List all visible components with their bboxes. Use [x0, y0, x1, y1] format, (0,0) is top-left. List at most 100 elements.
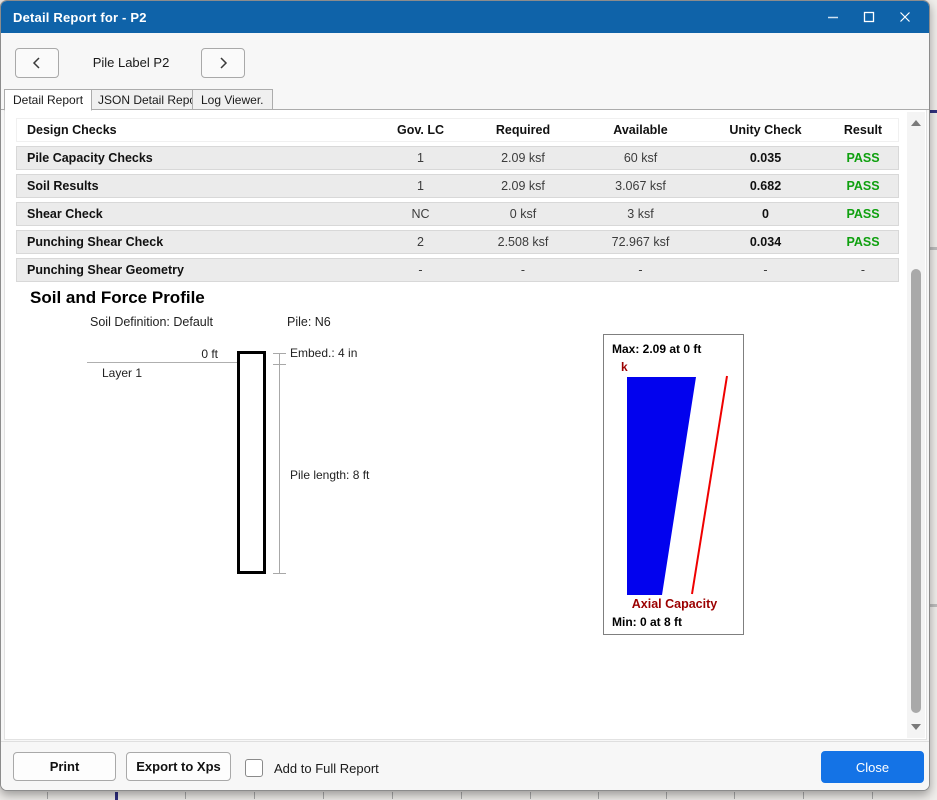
- soil-definition-label: Soil Definition: Default: [90, 315, 213, 329]
- grid-tick: [872, 792, 873, 799]
- report-content-panel: Design Checks Gov. LC Required Available…: [4, 110, 927, 740]
- table-row: Soil Results 1 2.09 ksf 3.067 ksf 0.682 …: [16, 174, 899, 198]
- close-icon: [899, 11, 911, 23]
- check-name: Soil Results: [17, 179, 373, 193]
- capacity-plot: [604, 335, 745, 636]
- check-name: Punching Shear Check: [17, 235, 373, 249]
- grid-tick-selected: [115, 792, 118, 800]
- titlebar[interactable]: Detail Report for - P2: [1, 1, 929, 33]
- column-header: Result: [828, 123, 898, 137]
- required-value: 2.508 ksf: [468, 235, 578, 249]
- unity-check-value: 0.035: [703, 151, 828, 165]
- grid-tick: [323, 792, 324, 799]
- available-value: 3 ksf: [578, 207, 703, 221]
- grid-tick: [461, 792, 462, 799]
- column-header: Design Checks: [17, 123, 373, 137]
- table-header-row: Design Checks Gov. LC Required Available…: [16, 118, 899, 142]
- grid-tick: [47, 792, 48, 799]
- table-row: Shear Check NC 0 ksf 3 ksf 0 PASS: [16, 202, 899, 226]
- close-button[interactable]: Close: [821, 751, 924, 783]
- grid-tick: [598, 792, 599, 799]
- column-header: Unity Check: [703, 123, 828, 137]
- edge-mark: [930, 110, 937, 113]
- ground-surface-line: [87, 362, 237, 363]
- unity-check-value: 0.682: [703, 179, 828, 193]
- chevron-right-icon: [217, 56, 229, 70]
- add-to-full-report-label: Add to Full Report: [274, 761, 379, 776]
- print-button[interactable]: Print: [13, 752, 116, 781]
- column-header: Gov. LC: [373, 123, 468, 137]
- tab-log-viewer[interactable]: Log Viewer.: [192, 89, 273, 110]
- edge-mark: [930, 604, 937, 607]
- vertical-scrollbar[interactable]: [907, 112, 925, 738]
- column-header: Available: [578, 123, 703, 137]
- gov-lc-value: -: [373, 263, 468, 277]
- dialog-footer: Print Export to Xps Add to Full Report C…: [1, 741, 930, 791]
- required-value: 2.09 ksf: [468, 151, 578, 165]
- edge-mark: [930, 247, 937, 250]
- minimize-icon: [827, 11, 839, 23]
- result-badge: PASS: [828, 207, 898, 221]
- available-value: 72.967 ksf: [578, 235, 703, 249]
- column-header: Required: [468, 123, 578, 137]
- dimension-line: [279, 353, 280, 574]
- grid-tick: [530, 792, 531, 799]
- scroll-down-icon[interactable]: [911, 724, 921, 730]
- chevron-left-icon: [31, 56, 43, 70]
- minimize-button[interactable]: [815, 1, 851, 33]
- grid-tick: [185, 792, 186, 799]
- axial-demand-area: [627, 377, 696, 595]
- maximize-icon: [863, 11, 875, 23]
- result-badge: PASS: [828, 151, 898, 165]
- section-heading: Soil and Force Profile: [30, 288, 205, 308]
- required-value: 0 ksf: [468, 207, 578, 221]
- dimension-tick: [273, 353, 286, 354]
- design-checks-table: Design Checks Gov. LC Required Available…: [16, 118, 899, 286]
- gov-lc-value: NC: [373, 207, 468, 221]
- embed-depth-label: Embed.: 4 in: [290, 346, 357, 360]
- add-to-full-report-checkbox[interactable]: [245, 759, 263, 777]
- result-badge: PASS: [828, 235, 898, 249]
- axial-capacity-line: [692, 376, 727, 594]
- unity-check-value: -: [703, 263, 828, 277]
- table-row: Punching Shear Geometry - - - - -: [16, 258, 899, 282]
- background-app-edge-strip: [930, 0, 937, 800]
- available-value: 3.067 ksf: [578, 179, 703, 193]
- chart-series-label: Axial Capacity: [604, 597, 745, 611]
- close-window-button[interactable]: [887, 1, 923, 33]
- tab-detail-report[interactable]: Detail Report: [4, 89, 92, 111]
- ground-elevation-label: 0 ft: [178, 347, 218, 361]
- grid-tick: [803, 792, 804, 799]
- gov-lc-value: 1: [373, 179, 468, 193]
- scrollbar-thumb[interactable]: [911, 269, 921, 713]
- available-value: 60 ksf: [578, 151, 703, 165]
- pile-outline: [237, 351, 266, 574]
- scroll-up-icon[interactable]: [911, 120, 921, 126]
- window-title: Detail Report for - P2: [1, 10, 147, 25]
- result-badge: PASS: [828, 179, 898, 193]
- unity-check-value: 0.034: [703, 235, 828, 249]
- previous-pile-button[interactable]: [15, 48, 59, 78]
- profile-subheading: Soil Definition: DefaultPile: N6: [90, 315, 331, 329]
- table-row: Pile Capacity Checks 1 2.09 ksf 60 ksf 0…: [16, 146, 899, 170]
- check-name: Punching Shear Geometry: [17, 263, 373, 277]
- result-badge: -: [828, 263, 898, 277]
- chart-unit-label: k: [621, 360, 628, 374]
- chart-max-label: Max: 2.09 at 0 ft: [612, 342, 701, 356]
- required-value: 2.09 ksf: [468, 179, 578, 193]
- unity-check-value: 0: [703, 207, 828, 221]
- dimension-tick: [273, 364, 286, 365]
- check-name: Shear Check: [17, 207, 373, 221]
- table-row: Punching Shear Check 2 2.508 ksf 72.967 …: [16, 230, 899, 254]
- available-value: -: [578, 263, 703, 277]
- grid-tick: [734, 792, 735, 799]
- dimension-tick: [273, 573, 286, 574]
- pile-label: Pile Label P2: [63, 48, 199, 78]
- chart-min-label: Min: 0 at 8 ft: [612, 615, 682, 629]
- maximize-button[interactable]: [851, 1, 887, 33]
- export-to-xps-button[interactable]: Export to Xps: [126, 752, 231, 781]
- next-pile-button[interactable]: [201, 48, 245, 78]
- gov-lc-value: 1: [373, 151, 468, 165]
- required-value: -: [468, 263, 578, 277]
- pile-length-label: Pile length: 8 ft: [290, 468, 369, 482]
